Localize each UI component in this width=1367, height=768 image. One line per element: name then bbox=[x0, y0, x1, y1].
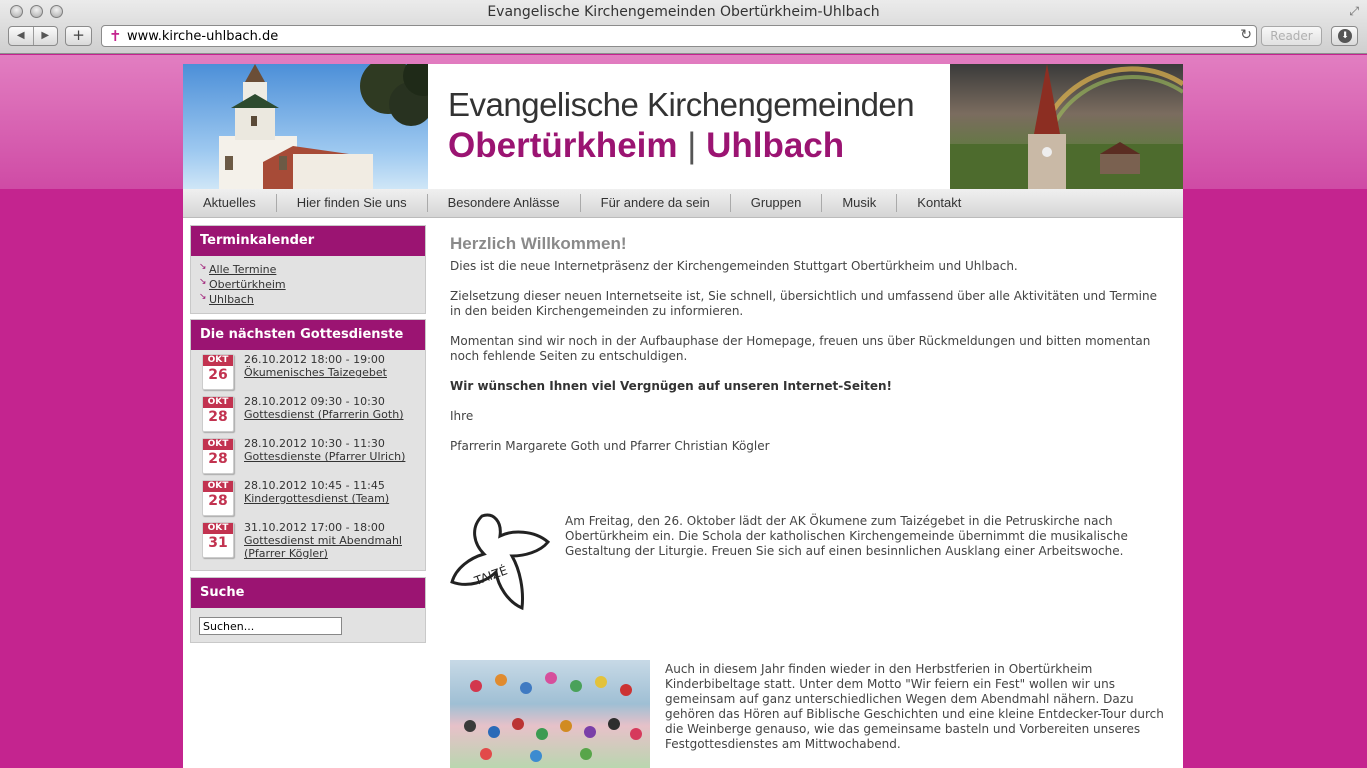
church-photo-right bbox=[950, 64, 1183, 189]
site-container: Evangelische Kirchengemeinden Obertürkhe… bbox=[183, 64, 1183, 768]
browser-chrome: Evangelische Kirchengemeinden Obertürkhe… bbox=[0, 0, 1367, 54]
nav-fuer-andere-da-sein[interactable]: Für andere da sein bbox=[581, 194, 731, 212]
link-oberturkheim[interactable]: Obertürkheim bbox=[199, 275, 425, 292]
event-link[interactable]: Gottesdienst mit Abendmahl (Pfarrer Kögl… bbox=[244, 534, 422, 560]
nav-kontakt[interactable]: Kontakt bbox=[897, 194, 981, 212]
event-datetime: 26.10.2012 18:00 - 19:00 bbox=[244, 353, 385, 366]
nav-aktuelles[interactable]: Aktuelles bbox=[183, 194, 277, 212]
calendar-icon: OKT 26 bbox=[202, 354, 234, 390]
page-title: Herzlich Willkommen! bbox=[450, 234, 627, 253]
goal-paragraph: Zielsetzung dieser neuen Internetseite i… bbox=[450, 289, 1157, 318]
search-box: Suche bbox=[190, 577, 426, 643]
address-bar[interactable]: ✝ www.kirche-uhlbach.de ↻ bbox=[101, 25, 1257, 47]
event-link[interactable]: Kindergottesdienst (Team) bbox=[244, 492, 422, 505]
fullscreen-icon[interactable]: ⤢ bbox=[1349, 4, 1359, 19]
calendar-icon: OKT 31 bbox=[202, 522, 234, 558]
calendar-icon: OKT 28 bbox=[202, 438, 234, 474]
list-item: OKT 26 26.10.2012 18:00 - 19:00 Ökumenisc… bbox=[191, 350, 425, 392]
list-item: OKT 28 28.10.2012 10:45 - 11:45 Kindergot… bbox=[191, 476, 425, 518]
reload-icon[interactable]: ↻ bbox=[1240, 27, 1252, 43]
news-kinderbibeltage: Auch in diesem Jahr finden wieder in den… bbox=[450, 660, 1165, 768]
intro-paragraph: Dies ist die neue Internetpräsenz der Ki… bbox=[450, 259, 1018, 273]
closing-paragraph: Ihre bbox=[450, 409, 474, 423]
window-title: Evangelische Kirchengemeinden Obertürkhe… bbox=[487, 4, 880, 20]
calendar-icon: OKT 28 bbox=[202, 396, 234, 432]
event-datetime: 28.10.2012 10:30 - 11:30 bbox=[244, 437, 385, 450]
nav-hier-finden-sie-uns[interactable]: Hier finden Sie uns bbox=[277, 194, 428, 212]
reader-button[interactable]: Reader bbox=[1261, 26, 1322, 46]
news-taize-text: Am Freitag, den 26. Oktober lädt der AK … bbox=[565, 514, 1128, 558]
search-heading: Suche bbox=[191, 578, 425, 608]
nav-musik[interactable]: Musik bbox=[822, 194, 898, 212]
event-datetime: 28.10.2012 09:30 - 10:30 bbox=[244, 395, 385, 408]
link-alle-termine[interactable]: Alle Termine bbox=[199, 260, 425, 277]
new-tab-button[interactable]: + bbox=[65, 26, 92, 46]
termin-links: Alle Termine Obertürkheim Uhlbach bbox=[191, 256, 425, 313]
title-separator: | bbox=[687, 126, 697, 165]
main-navigation: Aktuelles Hier finden Sie uns Besondere … bbox=[183, 189, 1183, 218]
status-paragraph: Momentan sind wir noch in der Aufbauphas… bbox=[450, 334, 1151, 363]
search-input[interactable] bbox=[199, 617, 342, 635]
event-link[interactable]: Gottesdienst (Pfarrerin Goth) bbox=[244, 408, 422, 421]
main-content: Herzlich Willkommen! Dies ist die neue I… bbox=[450, 234, 1165, 469]
cross-favicon-icon: ✝ bbox=[109, 27, 122, 45]
termin-box: Terminkalender Alle Termine Obertürkheim… bbox=[190, 225, 426, 314]
forward-button[interactable]: ▶ bbox=[32, 27, 58, 45]
calendar-icon: OKT 28 bbox=[202, 480, 234, 516]
event-list: OKT 26 26.10.2012 18:00 - 19:00 Ökumenisc… bbox=[191, 350, 425, 564]
link-uhlbach[interactable]: Uhlbach bbox=[199, 290, 425, 307]
greeting-paragraph: Wir wünschen Ihnen viel Vergnügen auf un… bbox=[450, 379, 893, 393]
nav-gruppen[interactable]: Gruppen bbox=[731, 194, 823, 212]
list-item: OKT 28 28.10.2012 10:30 - 11:30 Gottesdie… bbox=[191, 434, 425, 476]
kids-drawing-image bbox=[450, 660, 650, 768]
event-link[interactable]: Gottesdienste (Pfarrer Ulrich) bbox=[244, 450, 422, 463]
history-nav: ◀ ▶ bbox=[8, 26, 58, 46]
nav-besondere-anlaesse[interactable]: Besondere Anlässe bbox=[428, 194, 581, 212]
title-uhlbach: Uhlbach bbox=[706, 126, 845, 165]
back-button[interactable]: ◀ bbox=[9, 27, 33, 45]
church-photo-left bbox=[183, 64, 428, 189]
list-item: OKT 31 31.10.2012 17:00 - 18:00 Gottesdie… bbox=[191, 518, 425, 564]
signature-paragraph: Pfarrerin Margarete Goth und Pfarrer Chr… bbox=[450, 439, 770, 453]
site-title-line1: Evangelische Kirchengemeinden bbox=[448, 86, 915, 123]
termin-heading: Terminkalender bbox=[191, 226, 425, 256]
news-taize: TAIZÉ Am Freitag, den 26. Oktober lädt d… bbox=[450, 512, 1165, 622]
event-link[interactable]: Ökumenisches Taizegebet bbox=[244, 366, 422, 379]
news-kinderbibeltage-text: Auch in diesem Jahr finden wieder in den… bbox=[665, 662, 1164, 751]
gottesdienste-box: Die nächsten Gottesdienste OKT 26 26.10.2… bbox=[190, 319, 426, 571]
site-header: Evangelische Kirchengemeinden Obertürkhe… bbox=[183, 64, 1183, 189]
url-text[interactable]: www.kirche-uhlbach.de bbox=[127, 29, 278, 44]
list-item: OKT 28 28.10.2012 09:30 - 10:30 Gottesdie… bbox=[191, 392, 425, 434]
event-datetime: 28.10.2012 10:45 - 11:45 bbox=[244, 479, 385, 492]
taize-dove-logo: TAIZÉ bbox=[450, 512, 555, 617]
downloads-button[interactable]: ⬇ bbox=[1331, 26, 1358, 46]
download-icon: ⬇ bbox=[1338, 29, 1352, 43]
site-title-line2: Obertürkheim | Uhlbach bbox=[448, 126, 844, 166]
event-datetime: 31.10.2012 17:00 - 18:00 bbox=[244, 521, 385, 534]
title-oberturkheim: Obertürkheim bbox=[448, 126, 678, 165]
gottesdienste-heading: Die nächsten Gottesdienste bbox=[191, 320, 425, 350]
